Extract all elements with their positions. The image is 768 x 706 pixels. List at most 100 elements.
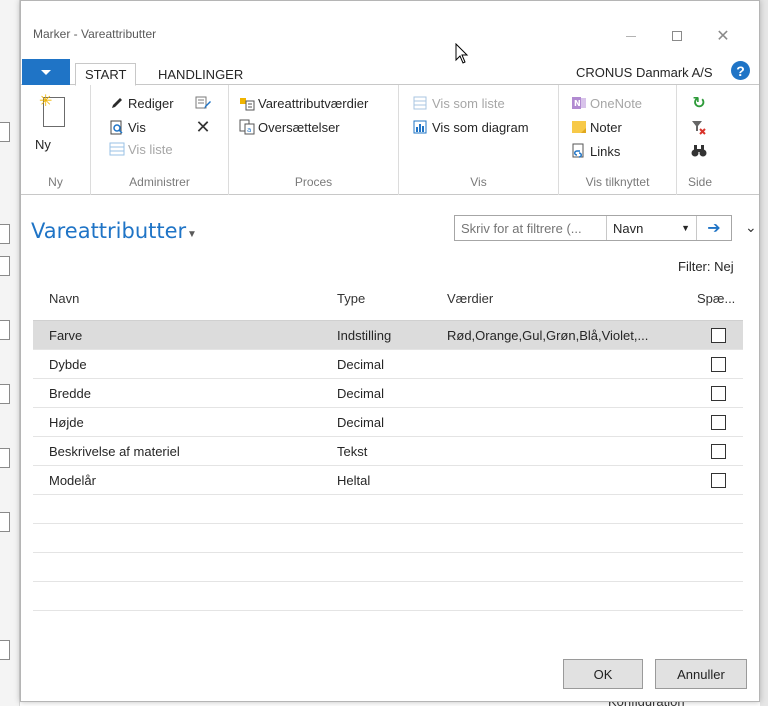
filter-input[interactable] — [455, 216, 607, 240]
edit-in-list-button[interactable] — [195, 93, 214, 113]
onenote-button[interactable]: N OneNote — [571, 93, 642, 113]
list-header: Vareattributter ▼ Navn ▼ ➔ ⌄ Filter: Nej — [21, 195, 759, 274]
ribbon-group-administrer: Rediger Vis ✕ Vis liste Administrer — [91, 85, 229, 195]
list-icon — [109, 141, 125, 157]
links-button[interactable]: Links — [571, 141, 620, 161]
filter-status: Filter: Nej — [678, 259, 734, 274]
caret-down-icon[interactable]: ▼ — [187, 229, 197, 240]
chevron-down-icon[interactable]: ⌄ — [745, 219, 757, 236]
background-app-edge — [0, 0, 20, 706]
delete-button[interactable]: ✕ — [195, 117, 214, 137]
table-header: Navn Type Værdier Spæ... — [33, 279, 743, 321]
view-button[interactable]: Vis — [109, 117, 146, 137]
cancel-button[interactable]: Annuller — [655, 659, 747, 689]
cell-navn: Bredde — [49, 386, 91, 401]
cell-type: Decimal — [337, 386, 384, 401]
tab-handlinger[interactable]: HANDLINGER — [149, 63, 252, 85]
chart-view-icon — [413, 119, 429, 135]
blocked-checkbox[interactable] — [711, 473, 726, 488]
ok-button[interactable]: OK — [563, 659, 643, 689]
column-header-navn[interactable]: Navn — [49, 291, 79, 306]
maximize-button[interactable] — [654, 21, 700, 51]
link-icon — [571, 143, 587, 159]
table-row[interactable]: Modelår Heltal — [33, 466, 743, 495]
edit-button[interactable]: Rediger — [109, 93, 174, 113]
show-as-chart-button[interactable]: Vis som diagram — [413, 117, 529, 137]
links-label: Links — [590, 143, 621, 159]
minimize-button[interactable] — [608, 21, 654, 51]
translations-button[interactable]: a Oversættelser — [239, 117, 340, 137]
table-row[interactable]: Farve Indstilling Rød,Orange,Gul,Grøn,Blå,… — [33, 321, 743, 350]
close-button[interactable]: ✕ — [700, 21, 746, 51]
table-row[interactable]: Bredde Decimal — [33, 379, 743, 408]
background-control — [0, 512, 10, 532]
column-header-type[interactable]: Type — [337, 291, 365, 306]
group-label-administrer: Administrer — [129, 175, 190, 189]
cell-navn: Farve — [49, 328, 83, 343]
background-control — [0, 256, 10, 276]
window-title: Marker - Vareattributter — [33, 27, 157, 41]
show-as-list-button[interactable]: Vis som liste — [413, 93, 505, 113]
cell-type: Heltal — [337, 473, 371, 488]
cell-type: Decimal — [337, 357, 384, 372]
blocked-checkbox[interactable] — [711, 328, 726, 343]
attribute-values-button[interactable]: Vareattributværdier — [239, 93, 368, 113]
clear-filter-icon — [691, 119, 707, 135]
empty-row — [33, 524, 743, 553]
ribbon-group-proces: Vareattributværdier a Oversættelser Proc… — [229, 85, 399, 195]
view-document-icon — [109, 119, 125, 135]
chevron-down-icon — [41, 69, 51, 75]
cell-navn: Højde — [49, 415, 84, 430]
page-title[interactable]: Vareattributter — [31, 219, 186, 243]
column-header-vaerdier[interactable]: Værdier — [447, 291, 493, 306]
maximize-icon — [672, 31, 682, 41]
blocked-checkbox[interactable] — [711, 415, 726, 430]
svg-text:a: a — [247, 126, 251, 134]
note-icon — [571, 119, 587, 135]
ribbon: ✳ Ny Ny Rediger Vis ✕ Vis liste Administ… — [21, 85, 759, 195]
list-view-icon — [413, 95, 429, 111]
group-label-side: Side — [687, 175, 713, 189]
edit-list-icon — [195, 95, 211, 111]
cell-navn: Dybde — [49, 357, 87, 372]
cell-type: Indstilling — [337, 328, 392, 343]
ribbon-group-side: ↻ Side — [677, 85, 723, 195]
help-icon[interactable]: ? — [731, 61, 750, 80]
refresh-button[interactable]: ↻ — [691, 93, 710, 113]
table-row[interactable]: Dybde Decimal — [33, 350, 743, 379]
edit-label: Rediger — [128, 95, 174, 111]
blocked-checkbox[interactable] — [711, 444, 726, 459]
arrow-right-icon: ➔ — [707, 220, 721, 237]
close-icon: ✕ — [716, 28, 730, 45]
filter-go-button[interactable]: ➔ — [697, 216, 731, 240]
group-label-vis: Vis — [470, 175, 487, 189]
group-label-vis-tilknyttet: Vis tilknyttet — [585, 175, 650, 189]
table-row[interactable]: Højde Decimal — [33, 408, 743, 437]
new-document-icon: ✳ — [39, 93, 69, 133]
delete-x-icon: ✕ — [195, 116, 211, 137]
company-name: CRONUS Danmark A/S — [576, 65, 713, 80]
filter-box: Navn ▼ ➔ — [454, 215, 732, 241]
tab-start[interactable]: START — [75, 63, 137, 86]
filter-field-select[interactable]: Navn ▼ — [607, 216, 697, 240]
pencil-icon — [109, 95, 125, 111]
blocked-checkbox[interactable] — [711, 357, 726, 372]
blocked-checkbox[interactable] — [711, 386, 726, 401]
cell-vaerdier: Rød,Orange,Gul,Grøn,Blå,Violet,... — [447, 328, 649, 343]
notes-button[interactable]: Noter — [571, 117, 622, 137]
new-button[interactable]: Ny — [35, 137, 51, 152]
table-body: Farve Indstilling Rød,Orange,Gul,Grøn,Blå,… — [33, 321, 743, 495]
column-header-spaerret[interactable]: Spæ... — [697, 291, 735, 306]
empty-row — [33, 582, 743, 611]
cell-type: Decimal — [337, 415, 384, 430]
onenote-label: OneNote — [590, 95, 643, 111]
clear-filter-button[interactable] — [691, 117, 710, 137]
cell-type: Tekst — [337, 444, 368, 459]
table-row[interactable]: Beskrivelse af materiel Tekst — [33, 437, 743, 466]
find-button[interactable] — [691, 141, 710, 161]
background-control — [0, 384, 10, 404]
background-control — [0, 224, 10, 244]
application-menu-button[interactable] — [22, 59, 70, 85]
attribute-values-icon — [239, 95, 255, 111]
view-list-button[interactable]: Vis liste — [109, 139, 173, 159]
